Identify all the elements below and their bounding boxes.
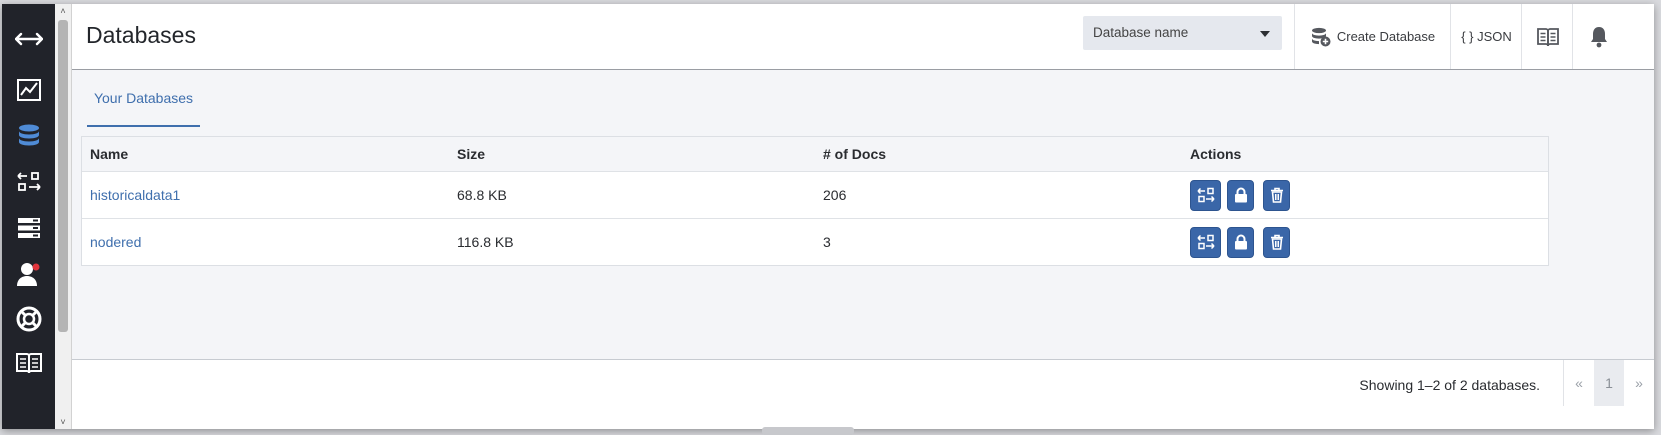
scroll-up-arrow[interactable]: ˄ <box>55 4 71 18</box>
scroll-down-arrow[interactable]: ˅ <box>55 415 71 429</box>
create-database-label: Create Database <box>1336 29 1436 44</box>
database-name-select[interactable]: Database name <box>1083 16 1282 50</box>
json-label: { } JSON <box>1461 29 1512 44</box>
current-page-button[interactable]: 1 <box>1594 360 1624 406</box>
database-size: 68.8 KB <box>457 187 507 203</box>
collapse-toggle-icon[interactable] <box>2 16 55 62</box>
databases-icon[interactable] <box>2 114 55 160</box>
vertical-scrollbar[interactable]: ˄ ˅ <box>55 4 72 429</box>
page-title: Databases <box>86 22 196 48</box>
app-window: ˄ ˅ Databases Database name Create Datab… <box>2 4 1654 429</box>
databases-table: Name Size # of Docs Actions historicalda… <box>81 136 1549 266</box>
page-header: Databases Database name Create Database … <box>72 4 1654 70</box>
permissions-button[interactable] <box>1227 179 1254 211</box>
account-icon[interactable] <box>2 205 55 251</box>
sidebar-nav <box>2 4 55 429</box>
replicate-icon <box>1196 234 1215 250</box>
database-name-placeholder: Database name <box>1093 25 1189 40</box>
database-add-icon <box>1311 27 1331 46</box>
lock-icon <box>1234 187 1247 203</box>
column-header-size[interactable]: Size <box>457 137 485 171</box>
json-button[interactable]: { } JSON <box>1450 4 1522 69</box>
tab-your-databases[interactable]: Your Databases <box>87 70 200 127</box>
lock-icon <box>1234 234 1247 250</box>
row-actions <box>1190 219 1299 265</box>
page-footer: Showing 1–2 of 2 databases. « 1 » <box>72 359 1654 429</box>
prev-page-button[interactable]: « <box>1564 360 1594 406</box>
tab-bar: Your Databases <box>72 70 1654 130</box>
replicate-icon <box>1196 187 1215 203</box>
database-link[interactable]: historicaldata1 <box>90 187 180 203</box>
bell-icon <box>1591 26 1607 47</box>
window-resize-handle <box>762 427 854 435</box>
book-icon <box>1536 27 1559 46</box>
database-doc-count: 206 <box>823 187 847 203</box>
caret-down-icon <box>1260 31 1270 37</box>
notifications-button[interactable] <box>1572 4 1625 69</box>
trash-icon <box>1270 187 1283 203</box>
replicate-button[interactable] <box>1190 179 1221 211</box>
documentation-icon[interactable] <box>2 340 55 386</box>
replication-icon[interactable] <box>2 159 55 205</box>
database-size: 116.8 KB <box>457 234 514 250</box>
column-header-actions: Actions <box>1190 146 1242 162</box>
column-header-name[interactable]: Name <box>90 137 128 171</box>
column-header-docs[interactable]: # of Docs <box>823 137 886 171</box>
table-header-row: Name Size # of Docs Actions <box>82 137 1548 172</box>
delete-button[interactable] <box>1263 226 1290 258</box>
user-icon[interactable] <box>2 251 55 297</box>
pagination-summary: Showing 1–2 of 2 databases. <box>1359 377 1540 393</box>
delete-button[interactable] <box>1263 179 1290 211</box>
database-doc-count: 3 <box>823 234 831 250</box>
pagination: « 1 » <box>1563 360 1654 406</box>
table-row: historicaldata1 68.8 KB 206 <box>82 172 1548 219</box>
row-actions <box>1190 172 1299 218</box>
database-link[interactable]: nodered <box>90 234 141 250</box>
docs-button[interactable] <box>1521 4 1573 69</box>
support-icon[interactable] <box>2 296 55 342</box>
create-database-button[interactable]: Create Database <box>1294 4 1451 69</box>
scroll-thumb[interactable] <box>58 20 68 332</box>
permissions-button[interactable] <box>1227 226 1254 258</box>
replicate-button[interactable] <box>1190 226 1221 258</box>
monitoring-icon[interactable] <box>2 67 55 113</box>
table-row: nodered 116.8 KB 3 <box>82 219 1548 265</box>
next-page-button[interactable]: » <box>1624 360 1654 406</box>
trash-icon <box>1270 234 1283 250</box>
